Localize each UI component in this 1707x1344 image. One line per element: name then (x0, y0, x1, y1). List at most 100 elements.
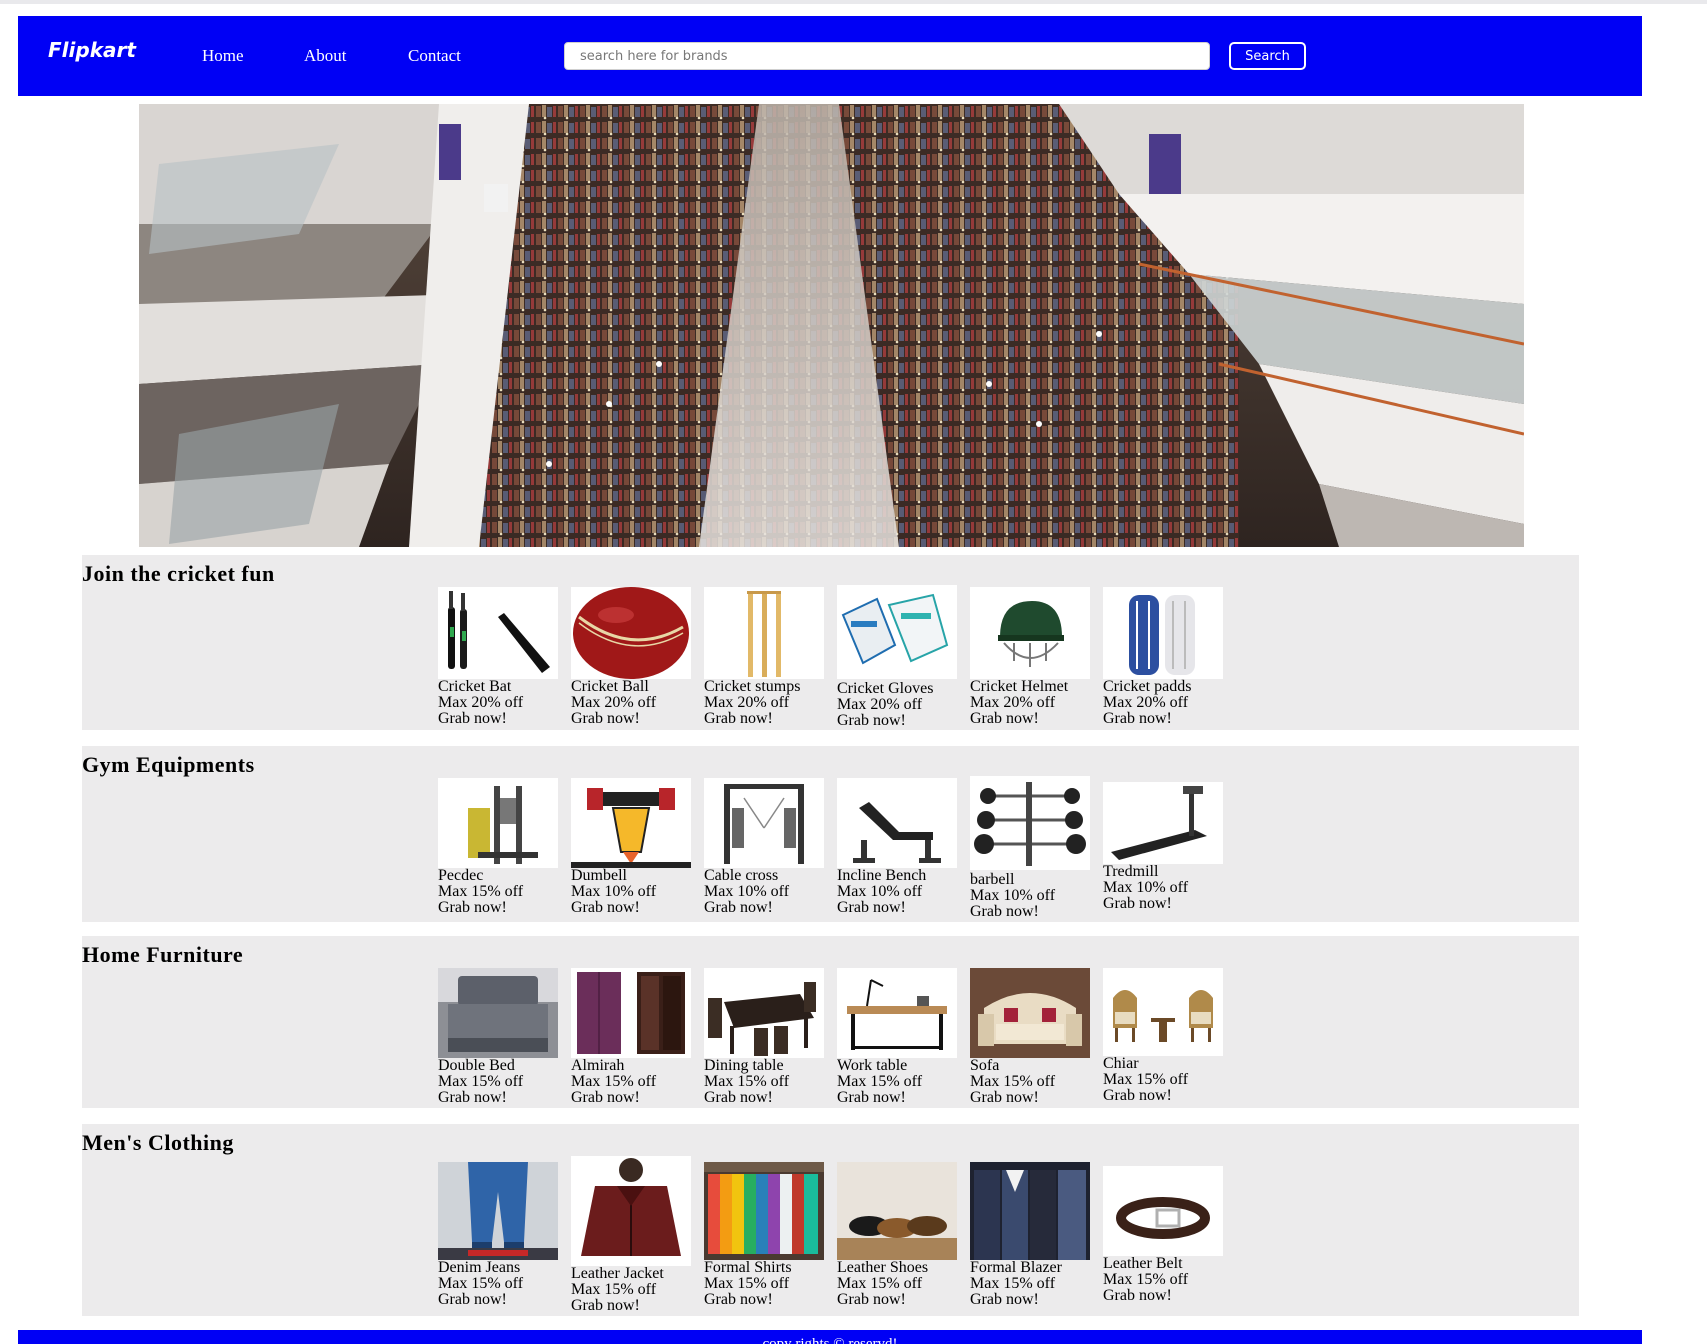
product-cta[interactable]: Grab now! (704, 711, 844, 727)
product-name: Dining table (704, 1057, 784, 1074)
section-title: Gym Equipments (82, 752, 255, 777)
product-offer: Max 10% off (704, 883, 790, 900)
section-title: Join the cricket fun (82, 561, 275, 586)
product-offer: Max 20% off (438, 694, 524, 711)
product-name: barbell (970, 871, 1015, 888)
product-name: Tredmill (1103, 863, 1159, 880)
footer: copy rights © reservd! (18, 1330, 1642, 1344)
product-offer: Max 10% off (970, 887, 1056, 904)
product-offer: Max 15% off (1103, 1071, 1189, 1088)
product-image-leather-shoes[interactable] (837, 1162, 957, 1260)
product-name: Leather Belt (1103, 1255, 1183, 1272)
nav-link-contact[interactable]: Contact (408, 46, 461, 66)
product-cta[interactable]: Grab now! (704, 1090, 844, 1106)
product-offer: Max 15% off (704, 1275, 790, 1292)
product-cta[interactable]: Grab now! (571, 711, 711, 727)
product-offer: Max 15% off (837, 1275, 923, 1292)
product-name: Formal Shirts (704, 1259, 792, 1276)
product-image-formal-blazer[interactable] (970, 1162, 1090, 1260)
product-image-dining-table[interactable] (704, 968, 824, 1058)
product-image-cricket-bat[interactable] (438, 587, 558, 679)
product-image-cricket-stumps[interactable] (704, 587, 824, 679)
search-input[interactable] (564, 42, 1210, 70)
product-image-tredmill[interactable] (1103, 782, 1223, 864)
product-offer: Max 15% off (571, 1073, 657, 1090)
product-cta[interactable]: Grab now! (970, 711, 1110, 727)
product-cta[interactable]: Grab now! (1103, 711, 1243, 727)
product-name: Pecdec (438, 867, 484, 884)
product-cta[interactable]: Grab now! (970, 1292, 1110, 1308)
product-row: Pecdec Max 15% off Grab now! Dumbell Max… (438, 776, 1238, 920)
product-cta[interactable]: Grab now! (1103, 1088, 1243, 1104)
product-image-barbell[interactable] (970, 776, 1090, 870)
product-image-leather-jacket[interactable] (571, 1156, 691, 1266)
product-offer: Max 10% off (571, 883, 657, 900)
product-offer: Max 15% off (970, 1073, 1056, 1090)
product-cta[interactable]: Grab now! (1103, 1288, 1243, 1304)
nav-link-about[interactable]: About (304, 46, 347, 66)
product-cta[interactable]: Grab now! (837, 713, 977, 729)
section-mens-clothing: Men's Clothing Denim Jeans Max 15% off G… (82, 1124, 1579, 1316)
product-cta[interactable]: Grab now! (1103, 896, 1243, 912)
product-offer: Max 20% off (571, 694, 657, 711)
product-image-cable-cross[interactable] (704, 778, 824, 868)
product-image-incline-bench[interactable] (837, 778, 957, 868)
product-offer: Max 10% off (837, 883, 923, 900)
section-title: Men's Clothing (82, 1130, 234, 1155)
nav-link-home[interactable]: Home (202, 46, 244, 66)
product-cta[interactable]: Grab now! (704, 900, 844, 916)
product-cta[interactable]: Grab now! (837, 1292, 977, 1308)
product-name: Work table (837, 1057, 908, 1074)
product-name: Cricket padds (1103, 678, 1192, 695)
navbar: Flipkart Home About Contact Search (18, 16, 1642, 96)
product-offer: Max 15% off (571, 1281, 657, 1298)
product-offer: Max 20% off (970, 694, 1056, 711)
product-image-almirah[interactable] (571, 968, 691, 1058)
product-image-cricket-ball[interactable] (571, 587, 691, 679)
product-image-double-bed[interactable] (438, 968, 558, 1058)
product-cta[interactable]: Grab now! (438, 1090, 578, 1106)
product-name: Cricket Bat (438, 678, 512, 695)
product-image-cricket-padds[interactable] (1103, 587, 1223, 679)
product-cta[interactable]: Grab now! (438, 711, 578, 727)
product-offer: Max 20% off (704, 694, 790, 711)
product-cta[interactable]: Grab now! (571, 900, 711, 916)
product-cta[interactable]: Grab now! (837, 1090, 977, 1106)
product-cta[interactable]: Grab now! (438, 900, 578, 916)
product-offer: Max 15% off (837, 1073, 923, 1090)
product-name: Cricket Gloves (837, 680, 934, 697)
product-cta[interactable]: Grab now! (571, 1298, 711, 1314)
product-offer: Max 10% off (1103, 879, 1189, 896)
section-home-furniture: Home Furniture Double Bed Max 15% off Gr… (82, 936, 1579, 1108)
product-image-pecdec[interactable] (438, 778, 558, 868)
section-gym-equipments: Gym Equipments Pecdec Max 15% off Grab n… (82, 746, 1579, 922)
section-title: Home Furniture (82, 942, 244, 967)
browser-viewport: Flipkart Home About Contact Search (0, 0, 1707, 1344)
product-image-formal-shirts[interactable] (704, 1162, 824, 1260)
product-cta[interactable]: Grab now! (970, 1090, 1110, 1106)
product-name: Cricket Ball (571, 678, 649, 695)
product-image-chiar[interactable] (1103, 968, 1223, 1056)
product-image-work-table[interactable] (837, 968, 957, 1058)
product-image-cricket-gloves[interactable] (837, 585, 957, 679)
product-cta[interactable]: Grab now! (970, 904, 1110, 920)
product-name: Leather Shoes (837, 1259, 929, 1276)
product-name: Dumbell (571, 867, 627, 884)
product-name: Formal Blazer (970, 1259, 1062, 1276)
section-cricket: Join the cricket fun Cricket Bat Max 20%… (82, 555, 1579, 730)
product-cta[interactable]: Grab now! (571, 1090, 711, 1106)
brand-logo[interactable]: Flipkart (48, 38, 136, 62)
product-cta[interactable]: Grab now! (837, 900, 977, 916)
product-offer: Max 15% off (704, 1073, 790, 1090)
search-button[interactable]: Search (1229, 42, 1306, 70)
product-image-denim-jeans[interactable] (438, 1162, 558, 1260)
product-image-dumbell[interactable] (571, 778, 691, 868)
product-offer: Max 15% off (438, 1275, 524, 1292)
product-image-cricket-helmet[interactable] (970, 587, 1090, 679)
product-cta[interactable]: Grab now! (438, 1292, 578, 1308)
product-image-leather-belt[interactable] (1103, 1166, 1223, 1256)
product-name: Double Bed (438, 1057, 515, 1074)
product-image-sofa[interactable] (970, 968, 1090, 1058)
product-cta[interactable]: Grab now! (704, 1292, 844, 1308)
product-offer: Max 15% off (438, 883, 524, 900)
